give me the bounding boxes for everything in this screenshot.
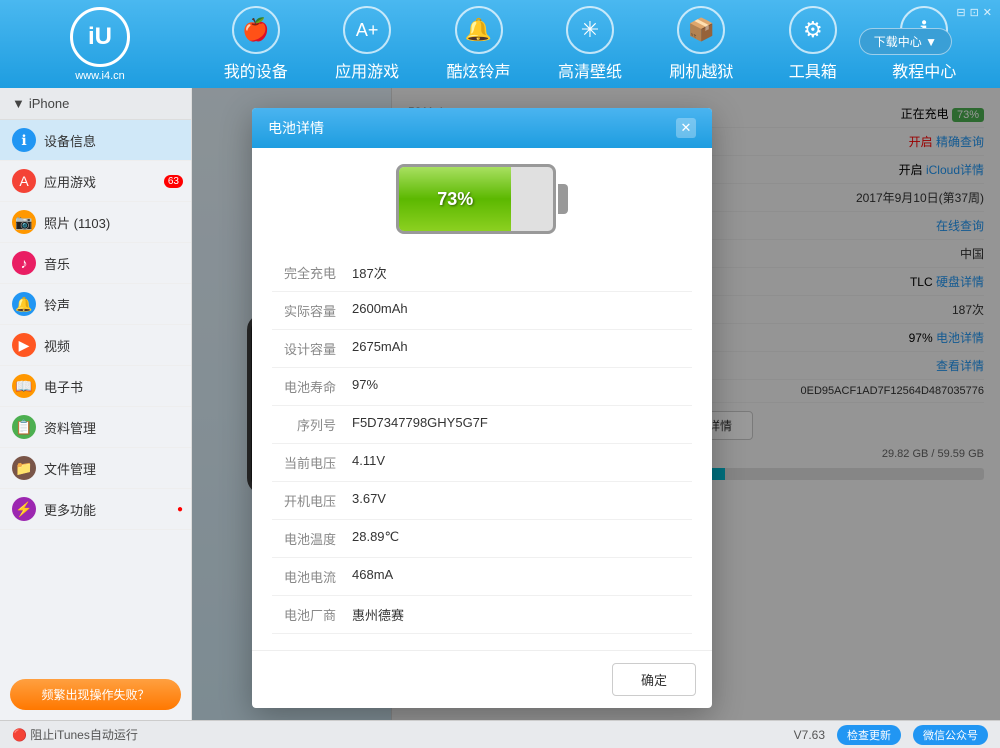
ringtone-icon: 🔔 <box>12 292 36 316</box>
logo-area: iU www.i4.cn <box>10 7 190 82</box>
file-mgr-icon: 📁 <box>12 456 36 480</box>
sidebar-item-photos[interactable]: 📷 照片 (1103) <box>0 202 191 243</box>
detail-row-serial: 序列号 F5D7347798GHY5G7F <box>272 406 692 444</box>
app-icon: A+ <box>343 6 391 54</box>
more-badge: ● <box>177 504 183 515</box>
wechat-button[interactable]: 微信公众号 <box>913 725 988 745</box>
nav-tools[interactable]: ⚙ 工具箱 <box>773 6 853 82</box>
main-layout: ▼ iPhone ℹ 设备信息 A 应用游戏 63 📷 照片 (1103) ♪ … <box>0 88 1000 720</box>
device-label: ▼ iPhone <box>0 88 191 120</box>
nav-label-apps: 应用游戏 <box>335 58 399 82</box>
battery-tip <box>558 184 568 214</box>
logo-icon: iU <box>70 7 130 67</box>
itunes-status: 🔴 阻止iTunes自动运行 <box>12 726 138 743</box>
detail-row-design-cap: 设计容量 2675mAh <box>272 330 692 368</box>
nav-my-device[interactable]: 🍎 我的设备 <box>216 6 296 82</box>
nav-apps[interactable]: A+ 应用游戏 <box>327 6 407 82</box>
nav-label-flash: 刷机越狱 <box>669 58 733 82</box>
device-info-icon: ℹ <box>12 128 36 152</box>
modal-title: 电池详情 <box>268 118 324 138</box>
modal-body: 73% 完全充电 187次 实际容量 2600mAh <box>252 148 712 650</box>
photos-icon: 📷 <box>12 210 36 234</box>
modal-header: 电池详情 ✕ <box>252 108 712 148</box>
window-controls: ⊟ ⊡ ✕ <box>956 6 992 19</box>
confirm-button[interactable]: 确定 <box>612 663 696 696</box>
logo-subtitle: www.i4.cn <box>75 70 125 82</box>
sidebar-bottom: 频繁出现操作失败？ <box>0 669 191 720</box>
nav-label-wallpaper: 高清壁纸 <box>558 58 622 82</box>
status-bar: 🔴 阻止iTunes自动运行 V7.63 检查更新 微信公众号 <box>0 720 1000 748</box>
apps-icon: A <box>12 169 36 193</box>
video-icon: ▶ <box>12 333 36 357</box>
modal-footer: 确定 <box>252 650 712 708</box>
detail-row-current: 电池电流 468mA <box>272 558 692 596</box>
sidebar-item-ebook[interactable]: 📖 电子书 <box>0 366 191 407</box>
sidebar-item-device-info[interactable]: ℹ 设备信息 <box>0 120 191 161</box>
detail-row-full-charge: 完全充电 187次 <box>272 254 692 292</box>
sidebar-item-video[interactable]: ▶ 视频 <box>0 325 191 366</box>
wallpaper-icon: ✳ <box>566 6 614 54</box>
sidebar: ▼ iPhone ℹ 设备信息 A 应用游戏 63 📷 照片 (1103) ♪ … <box>0 88 192 720</box>
nav-flash[interactable]: 📦 刷机越狱 <box>661 6 741 82</box>
nav-ringtones[interactable]: 🔔 酷炫铃声 <box>439 6 519 82</box>
nav-label-tools: 工具箱 <box>789 58 837 82</box>
sidebar-item-ringtone[interactable]: 🔔 铃声 <box>0 284 191 325</box>
ebook-icon: 📖 <box>12 374 36 398</box>
apps-badge: 63 <box>164 175 183 188</box>
version-label: V7.63 <box>794 728 825 742</box>
nav-label-tutorials: 教程中心 <box>892 58 956 82</box>
status-right: V7.63 检查更新 微信公众号 <box>794 725 988 745</box>
music-icon: ♪ <box>12 251 36 275</box>
trouble-button[interactable]: 频繁出现操作失败？ <box>10 679 181 710</box>
download-button[interactable]: 下载中心 ▼ <box>859 28 952 55</box>
battery-detail-modal: 电池详情 ✕ 73% 完全充电 <box>252 108 712 708</box>
more-icon: ⚡ <box>12 497 36 521</box>
flash-icon: 📦 <box>677 6 725 54</box>
sidebar-item-music[interactable]: ♪ 音乐 <box>0 243 191 284</box>
detail-row-actual-cap: 实际容量 2600mAh <box>272 292 692 330</box>
data-mgr-icon: 📋 <box>12 415 36 439</box>
sidebar-item-file-mgr[interactable]: 📁 文件管理 <box>0 448 191 489</box>
bell-icon: 🔔 <box>455 6 503 54</box>
detail-row-manufacturer: 电池厂商 惠州德赛 <box>272 596 692 634</box>
battery-visual: 73% <box>272 164 692 234</box>
detail-row-battery-life: 电池寿命 97% <box>272 368 692 406</box>
top-bar: ⊟ ⊡ ✕ iU www.i4.cn 🍎 我的设备 A+ 应用游戏 🔔 酷炫铃声… <box>0 0 1000 88</box>
sidebar-item-data-mgr[interactable]: 📋 资料管理 <box>0 407 191 448</box>
battery-outer: 73% <box>396 164 556 234</box>
battery-percentage: 73% <box>437 189 473 210</box>
content-area: 5211a) 正在充电 73% Apple ID锁 开启 精确查询 iCloud… <box>192 88 1000 720</box>
modal-overlay: 电池详情 ✕ 73% 完全充电 <box>192 88 1000 720</box>
nav-wallpaper[interactable]: ✳ 高清壁纸 <box>550 6 630 82</box>
check-update-button[interactable]: 检查更新 <box>837 725 901 745</box>
battery-fill: 73% <box>399 167 511 231</box>
apple-icon: 🍎 <box>232 6 280 54</box>
nav-label-ringtones: 酷炫铃声 <box>447 58 511 82</box>
gear-icon: ⚙ <box>789 6 837 54</box>
download-label: 下载中心 ▼ <box>874 33 937 50</box>
nav-label-device: 我的设备 <box>224 58 288 82</box>
detail-row-boot-voltage: 开机电压 3.67V <box>272 482 692 520</box>
modal-close-button[interactable]: ✕ <box>676 118 696 138</box>
sidebar-item-apps[interactable]: A 应用游戏 63 <box>0 161 191 202</box>
close-icon[interactable]: ✕ <box>983 6 992 19</box>
sidebar-item-more[interactable]: ⚡ 更多功能 ● <box>0 489 191 530</box>
chevron-down-icon: ▼ <box>12 96 25 111</box>
detail-row-voltage: 当前电压 4.11V <box>272 444 692 482</box>
detail-row-temp: 电池温度 28.89℃ <box>272 520 692 558</box>
